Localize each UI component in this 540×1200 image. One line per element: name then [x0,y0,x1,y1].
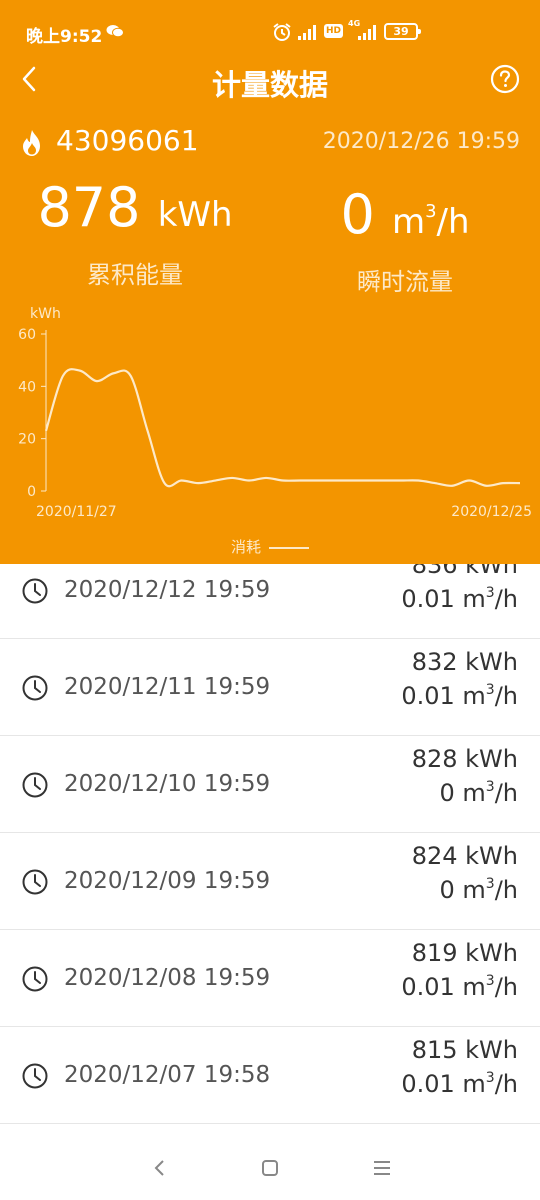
y-tick-label: 40 [18,379,36,395]
record-flow-exp: 3 [485,875,495,892]
flow-value: 0 [340,183,375,246]
flow-readout: 0 m3/h [270,180,540,254]
consumption-chart: kWh 0 20 40 60 2020/11/27 2020/12/25 [18,306,532,520]
record-flow-value: 0.01 m [401,584,486,613]
record-flow-exp: 3 [485,681,495,698]
chart-legend: 消耗 [0,536,540,557]
list-item[interactable]: 2020/12/12 19:59 836 kWh 0.01 m3/h [0,564,540,639]
record-flow-tail: /h [494,1069,518,1098]
series-line-0 [44,368,521,488]
record-flow-tail: /h [494,681,518,710]
record-date: 2020/12/09 19:59 [64,867,271,894]
record-date: 2020/12/10 19:59 [64,770,271,797]
y-tick-label: 20 [18,432,36,448]
signal-icon [298,25,316,40]
record-flow-tail: /h [494,972,518,1001]
record-flow: 0.01 m3/h [401,973,518,1001]
record-flow-value: 0 m [439,875,486,904]
flow-unit-exp: 3 [425,201,437,222]
record-flow-tail: /h [494,584,518,613]
meter-timestamp: 2020/12/26 19:59 [322,129,520,154]
clock-icon [22,578,48,603]
status-bar: 晚上9:52 HD 4G 39 [0,0,540,64]
record-flow: 0.01 m3/h [401,585,518,613]
meter-id: 43096061 [56,124,199,157]
record-flow-value: 0.01 m [401,972,486,1001]
battery-icon: 39 [384,23,421,40]
record-energy: 832 kWh [411,647,518,676]
flow-unit: m3/h [391,201,470,242]
record-flow-exp: 3 [485,778,495,795]
record-flow-value: 0.01 m [401,1069,486,1098]
record-energy: 815 kWh [411,1035,518,1064]
x-tick-label-end: 2020/12/25 [451,504,532,520]
record-flow-exp: 3 [485,972,495,989]
record-flow-exp: 3 [485,584,495,601]
record-list[interactable]: 2020/12/12 19:59 836 kWh 0.01 m3/h 2020/12/… [0,564,540,1136]
flow-summary: 0 m3/h 瞬时流量 [270,180,540,297]
meter-info-row: 43096061 2020/12/26 19:59 [20,124,520,164]
flow-unit-tail: /h [436,202,470,242]
record-flow-tail: /h [494,875,518,904]
status-time: 晚上9:52 [26,27,103,47]
alarm-icon [273,23,291,41]
nav-back-icon[interactable] [148,1156,172,1180]
nav-home-icon[interactable] [258,1156,282,1180]
record-flow: 0 m3/h [440,876,519,904]
record-flow-tail: /h [494,778,518,807]
wechat-icon [106,25,124,38]
list-item[interactable]: 2020/12/08 19:59 819 kWh 0.01 m3/h [0,930,540,1027]
help-icon[interactable] [490,64,520,94]
y-tick-label: 0 [27,484,36,500]
y-axis-unit: kWh [30,306,61,322]
energy-value: 878 [37,176,141,239]
record-date: 2020/12/08 19:59 [64,964,271,991]
clock-icon [22,772,48,797]
flow-label: 瞬时流量 [357,268,453,296]
hd-badge: HD [324,24,344,38]
list-item[interactable]: 2020/12/07 19:58 815 kWh 0.01 m3/h [0,1027,540,1124]
clock-icon [22,1063,48,1088]
record-date: 2020/12/07 19:58 [64,1061,271,1088]
record-energy: 828 kWh [411,744,518,773]
list-item[interactable]: 2020/12/09 19:59 824 kWh 0 m3/h [0,833,540,930]
signal-icon-2 [358,25,376,40]
list-item[interactable]: 2020/12/11 19:59 832 kWh 0.01 m3/h [0,639,540,736]
record-flow-value: 0 m [439,778,486,807]
record-flow: 0.01 m3/h [401,682,518,710]
energy-unit: kWh [157,195,233,235]
y-tick-label: 60 [18,327,36,343]
record-date: 2020/12/12 19:59 [64,576,271,603]
record-flow: 0 m3/h [440,779,519,807]
list-item[interactable]: 2020/12/10 19:59 828 kWh 0 m3/h [0,736,540,833]
system-nav-bar [0,1136,540,1200]
record-flow-exp: 3 [485,1069,495,1086]
record-date: 2020/12/11 19:59 [64,673,271,700]
clock-icon [22,869,48,894]
title-bar: 计量数据 [0,56,540,106]
energy-label: 累积能量 [87,261,183,289]
legend-line-swatch [269,546,309,549]
record-energy: 836 kWh [411,564,518,579]
energy-summary: 878 kWh 累积能量 [0,176,270,290]
fire-icon [23,130,40,156]
clock-icon [22,966,48,991]
energy-readout: 878 kWh [0,176,270,247]
record-flow: 0.01 m3/h [401,1070,518,1098]
legend-label: 消耗 [230,538,261,556]
header-panel: 晚上9:52 HD 4G 39 计量数据 43096061 2020/12/26… [0,0,540,564]
nav-menu-icon[interactable] [370,1156,394,1180]
record-energy: 819 kWh [411,938,518,967]
x-tick-label-start: 2020/11/27 [36,504,117,520]
record-energy: 824 kWh [411,841,518,870]
flow-unit-base: m [391,202,426,242]
page-title: 计量数据 [211,68,328,102]
clock-icon [22,675,48,700]
record-flow-value: 0.01 m [401,681,486,710]
